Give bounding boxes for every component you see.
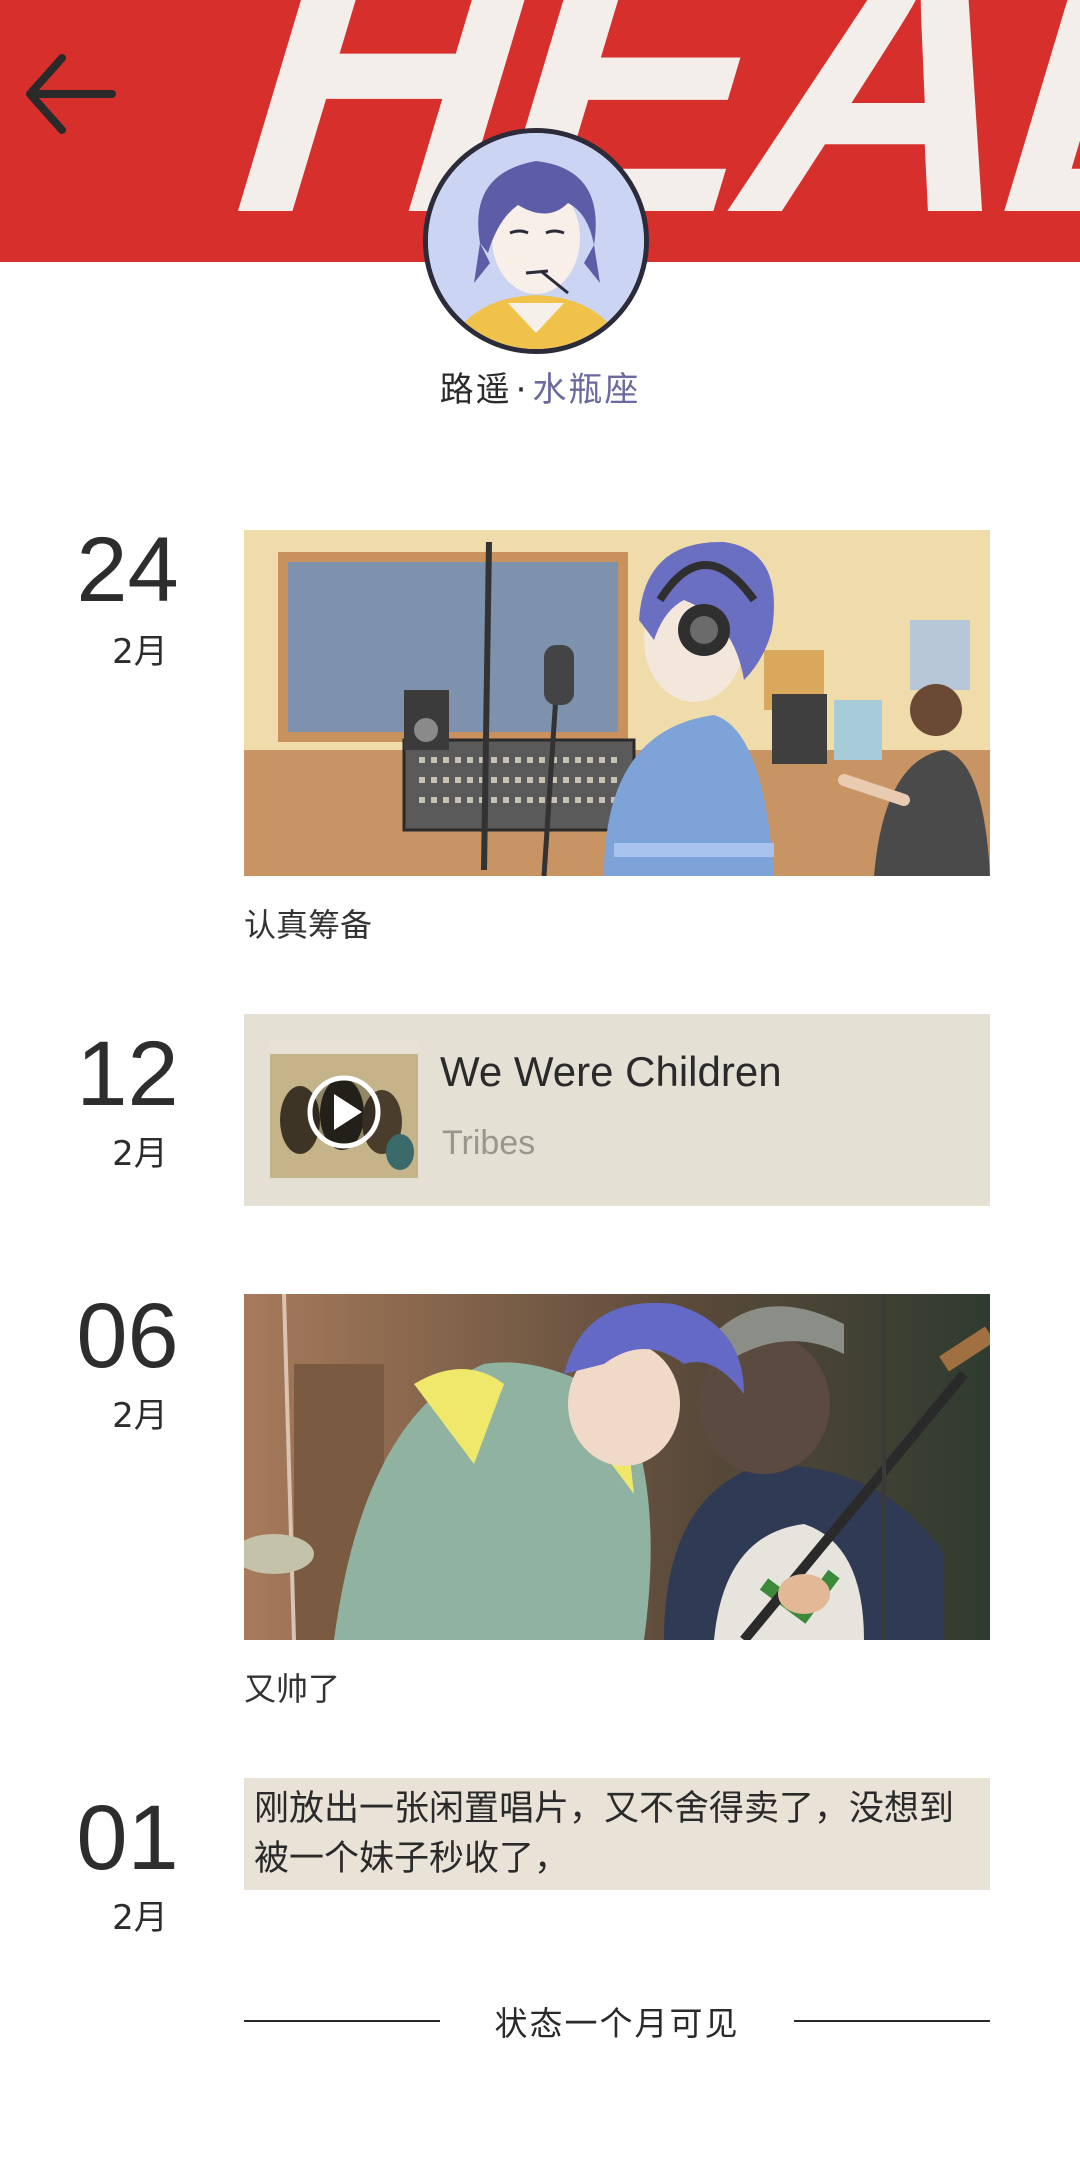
post-caption: 又帅了: [244, 1670, 341, 1708]
post-date-day: 06: [76, 1285, 179, 1387]
post-date-month: 2月: [112, 1898, 168, 1938]
post-date-month: 2月: [112, 632, 168, 672]
post-date-day: 24: [76, 519, 179, 621]
avatar[interactable]: [423, 128, 649, 354]
album-cover[interactable]: [270, 1040, 418, 1178]
song-artist: Tribes: [442, 1124, 536, 1162]
name-separator: ·: [515, 370, 529, 410]
back-button[interactable]: [20, 48, 120, 148]
zodiac-label: 水瓶座: [532, 370, 641, 410]
visibility-notice: 状态一个月可见: [244, 1998, 990, 2044]
post-date-day: 12: [76, 1023, 179, 1125]
post-date-month: 2月: [112, 1134, 168, 1174]
post-date-month: 2月: [112, 1396, 168, 1436]
text-post-card[interactable]: 刚放出一张闲置唱片，又不舍得卖了，没想到被一个妹子秒收了，: [244, 1778, 990, 1890]
divider-line-right: [794, 2020, 990, 2022]
divider-line-left: [244, 2020, 440, 2022]
post-image-guitar[interactable]: [244, 1294, 990, 1640]
post-caption: 认真筹备: [244, 906, 373, 944]
profile-name: 路遥: [439, 370, 512, 410]
post-image-studio[interactable]: [244, 530, 990, 876]
arrow-left-icon: [26, 54, 116, 134]
music-share-card[interactable]: We Were Children Tribes: [244, 1014, 990, 1206]
song-title: We Were Children: [440, 1048, 782, 1095]
post-date-day: 01: [76, 1787, 179, 1889]
profile-name-line: 路遥 · 水瓶座: [0, 362, 1080, 411]
banner-graphic-text: HEADS: [222, 0, 1080, 262]
visibility-label: 状态一个月可见: [494, 2004, 740, 2043]
